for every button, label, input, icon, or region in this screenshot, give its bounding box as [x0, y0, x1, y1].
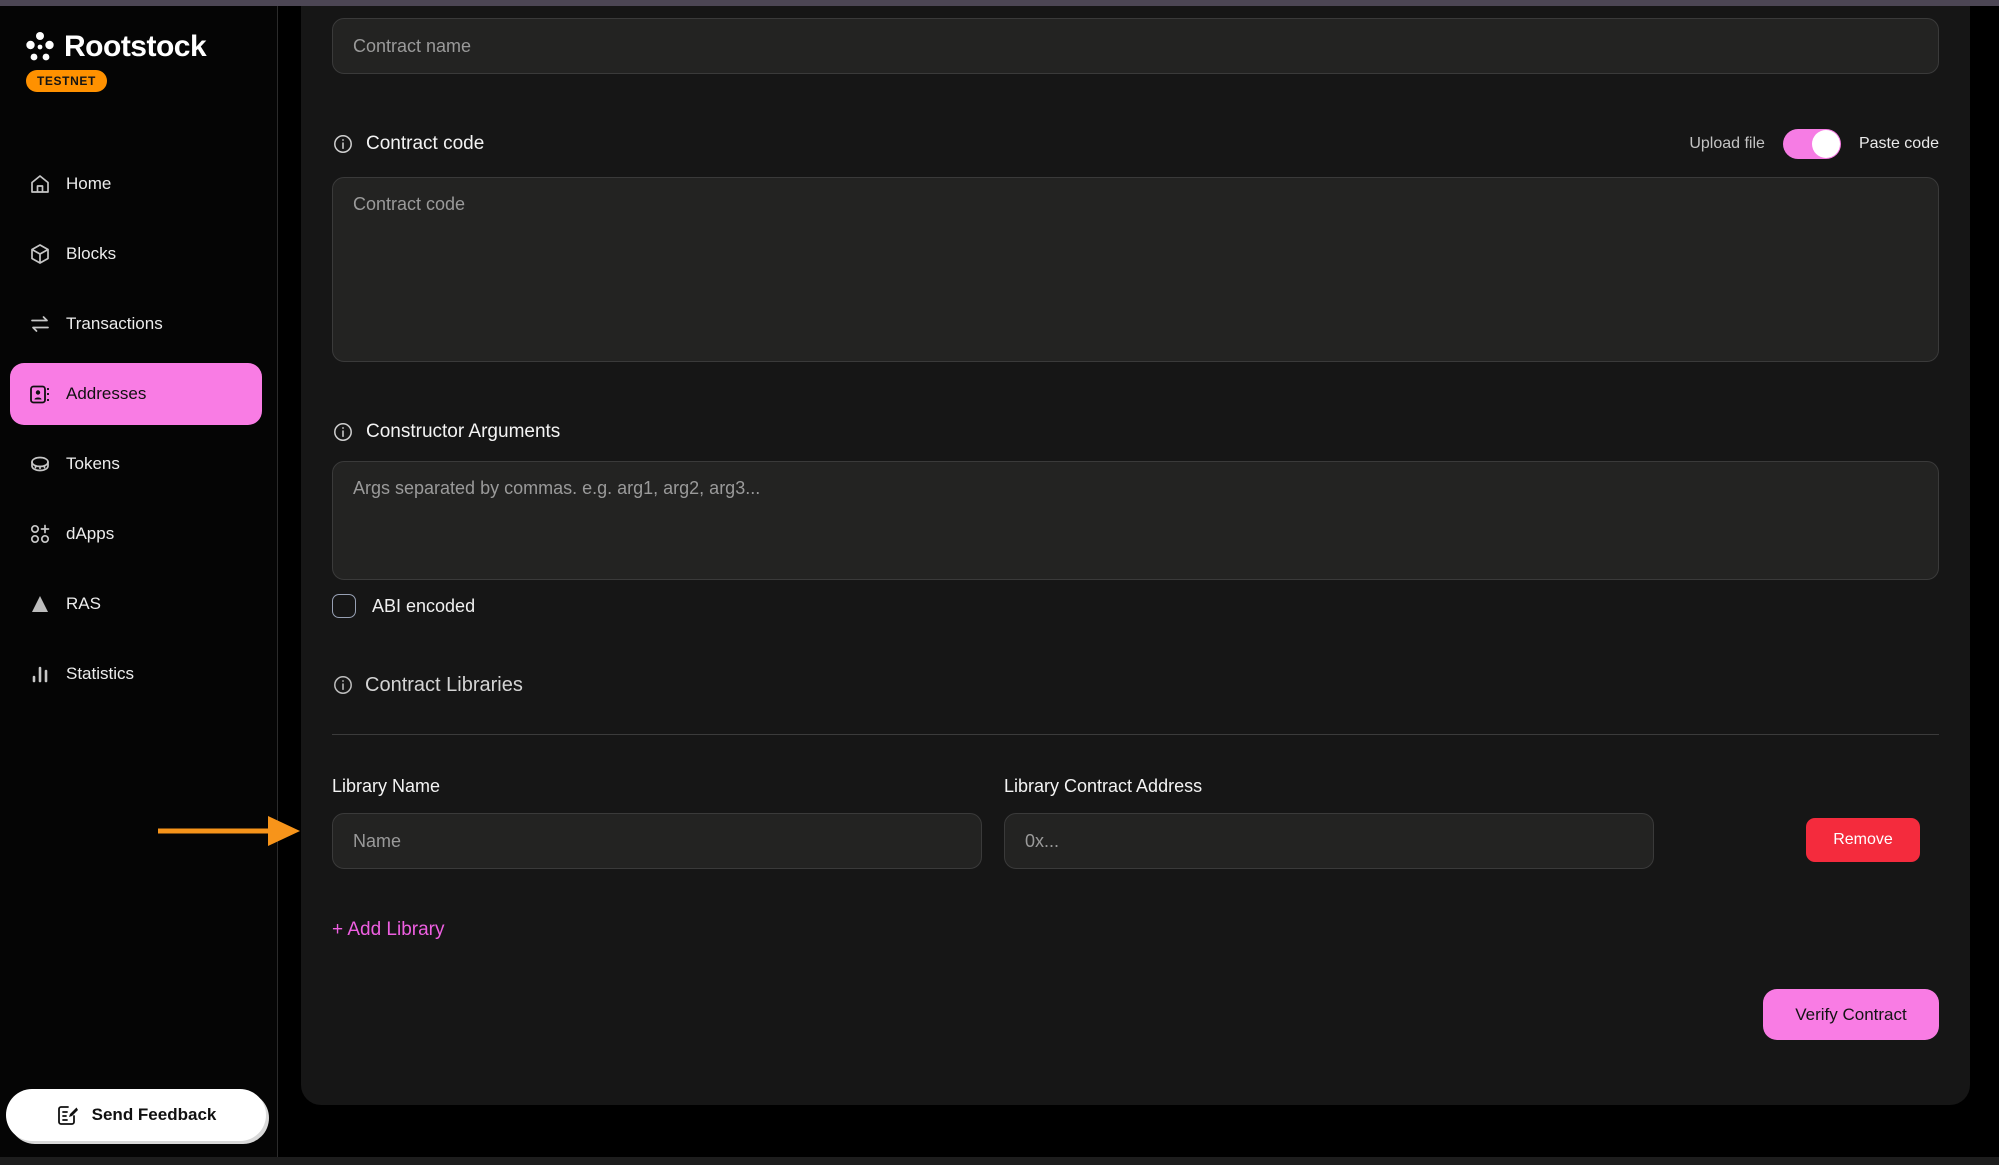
sidebar-item-blocks[interactable]: Blocks [0, 219, 278, 289]
sidebar-item-home[interactable]: Home [0, 149, 278, 219]
rootstock-logo-icon [24, 31, 56, 63]
library-name-field: Library Name [332, 776, 982, 869]
sidebar-item-ras[interactable]: RAS [0, 569, 278, 639]
abi-encoded-label: ABI encoded [372, 596, 475, 617]
constructor-arguments-textarea[interactable] [332, 461, 1939, 580]
contract-code-label: Contract code [366, 133, 484, 155]
send-feedback-button[interactable]: Send Feedback [6, 1089, 266, 1141]
sidebar-item-tokens[interactable]: Tokens [0, 429, 278, 499]
libraries-divider [332, 734, 1939, 735]
verify-contract-button[interactable]: Verify Contract [1763, 989, 1939, 1040]
sidebar-item-addresses[interactable]: Addresses [10, 363, 262, 425]
constructor-arguments-header: Constructor Arguments [332, 416, 1939, 448]
library-address-input[interactable] [1004, 813, 1654, 869]
sidebar-item-label: RAS [66, 594, 101, 614]
network-badge: TESTNET [26, 70, 107, 92]
library-name-label: Library Name [332, 776, 982, 797]
remove-library-button[interactable]: Remove [1806, 818, 1920, 862]
transactions-icon [28, 313, 51, 336]
window-bottom-strip [0, 1157, 1999, 1165]
ras-icon [28, 593, 51, 616]
info-icon[interactable] [332, 133, 354, 155]
library-address-label: Library Contract Address [1004, 776, 1654, 797]
sidebar-item-label: Home [66, 174, 111, 194]
sidebar-item-label: Tokens [66, 454, 120, 474]
toggle-knob [1812, 130, 1840, 158]
paste-code-label[interactable]: Paste code [1859, 135, 1939, 153]
upload-file-label[interactable]: Upload file [1689, 135, 1765, 153]
abi-encoded-row: ABI encoded [332, 594, 1939, 618]
add-library-link[interactable]: + Add Library [332, 919, 445, 941]
info-icon[interactable] [332, 421, 354, 443]
constructor-arguments-label: Constructor Arguments [366, 421, 560, 443]
addresses-icon [28, 383, 51, 406]
verify-row: Verify Contract [332, 989, 1939, 1040]
contract-name-input[interactable] [332, 18, 1939, 74]
sidebar-item-label: Blocks [66, 244, 116, 264]
contract-code-header: Contract code Upload file Paste code [332, 128, 1939, 160]
sidebar-item-transactions[interactable]: Transactions [0, 289, 278, 359]
sidebar-item-label: Statistics [66, 664, 134, 684]
sidebar-item-label: dApps [66, 524, 114, 544]
tokens-icon [28, 453, 51, 476]
blocks-icon [28, 243, 51, 266]
contract-libraries-header: Contract Libraries [332, 670, 1939, 700]
feedback-note-icon [56, 1103, 80, 1127]
sidebar-item-label: Addresses [66, 384, 146, 404]
library-name-input[interactable] [332, 813, 982, 869]
dapps-icon [28, 523, 51, 546]
sidebar-item-label: Transactions [66, 314, 163, 334]
sidebar-item-dapps[interactable]: dApps [0, 499, 278, 569]
abi-encoded-checkbox[interactable] [332, 594, 356, 618]
library-address-field: Library Contract Address [1004, 776, 1654, 869]
library-row: Library Name Library Contract Address Re… [332, 776, 1939, 869]
verify-contract-panel: Contract code Upload file Paste code Con… [301, 6, 1970, 1105]
contract-code-textarea[interactable] [332, 177, 1939, 362]
contract-libraries-title: Contract Libraries [365, 674, 523, 697]
sidebar-nav: Home Blocks Transactions [0, 149, 278, 709]
brand-logo[interactable]: Rootstock TESTNET [24, 30, 206, 92]
feedback-label: Send Feedback [92, 1105, 217, 1125]
info-icon[interactable] [332, 674, 354, 696]
brand-name: Rootstock [64, 30, 206, 64]
code-mode-toggle[interactable] [1783, 129, 1841, 159]
statistics-icon [28, 663, 51, 686]
home-icon [28, 173, 51, 196]
sidebar: Rootstock TESTNET Home Blocks [0, 6, 278, 1157]
sidebar-item-statistics[interactable]: Statistics [0, 639, 278, 709]
